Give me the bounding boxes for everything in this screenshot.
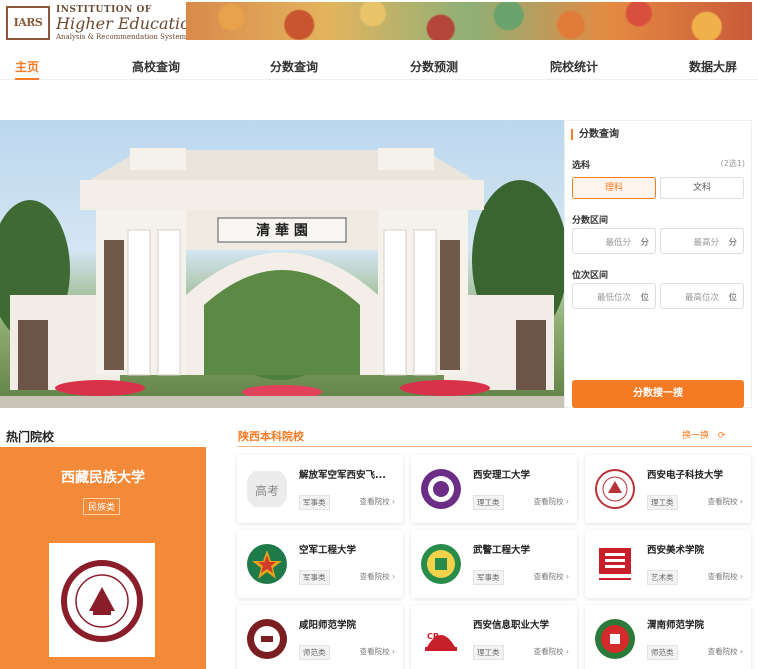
tsinghua-gate-illustration: 清 華 園 xyxy=(0,148,564,408)
score-range-label: 分数区间 xyxy=(572,216,609,226)
afeu-logo xyxy=(247,544,287,584)
min-score-placeholder: 最低分 xyxy=(605,238,631,248)
gate-plaque-text: 清 華 園 xyxy=(256,222,308,239)
nav-score-search[interactable]: 分数查询 xyxy=(270,58,318,75)
university-name: 西安信息职业大学 xyxy=(473,620,550,631)
xaut-logo xyxy=(421,469,461,509)
view-university-link[interactable]: 查看院校 › xyxy=(534,496,569,507)
main-nav: 主页 高校查询 分数查询 分数预测 院校统计 数据大屏 xyxy=(0,56,758,80)
view-university-link[interactable]: 查看院校 › xyxy=(360,571,395,582)
refresh-icon: ⟳ xyxy=(717,431,726,441)
view-university-link[interactable]: 查看院校 › xyxy=(534,571,569,582)
university-card[interactable]: 西安理工大学 理工类 查看院校 › xyxy=(411,455,577,523)
refresh-label: 换一换 xyxy=(682,431,710,441)
xafa-logo xyxy=(599,548,631,580)
university-type: 艺术类 xyxy=(647,570,678,585)
gaokao-icon: 高考 xyxy=(247,471,287,507)
university-type: 理工类 xyxy=(473,495,504,510)
university-name: 西安理工大学 xyxy=(473,470,531,481)
refresh-button[interactable]: 换一换 ⟳ xyxy=(682,428,725,441)
section-divider xyxy=(238,446,752,447)
subject-arts-button[interactable]: 文科 xyxy=(660,177,744,199)
nav-data-screen[interactable]: 数据大屏 xyxy=(689,58,737,75)
hot-university-name: 西藏民族大学 xyxy=(61,470,145,486)
university-card[interactable]: 高考 解放军空军西安飞... 军事类 查看院校 › xyxy=(237,455,403,523)
university-card[interactable]: 渭南师范学院 师范类 查看院校 › xyxy=(585,605,751,669)
max-score-placeholder: 最高分 xyxy=(693,238,719,248)
view-university-link[interactable]: 查看院校 › xyxy=(360,646,395,657)
max-rank-input[interactable]: 最高位次 位 xyxy=(660,283,744,309)
view-university-link[interactable]: 查看院校 › xyxy=(708,646,743,657)
hero-image: 清 華 園 xyxy=(0,120,564,408)
wj-logo xyxy=(421,544,461,584)
nav-score-prediction[interactable]: 分数预测 xyxy=(410,58,458,75)
header-banner-image xyxy=(186,2,752,40)
subject-label: 选科 xyxy=(572,161,591,171)
university-type: 理工类 xyxy=(647,495,678,510)
nav-university-search[interactable]: 高校查询 xyxy=(132,58,180,75)
site-logo[interactable]: IARS INSTITUTION OF Higher Education Ana… xyxy=(6,3,200,41)
university-name: 武警工程大学 xyxy=(473,545,531,556)
max-rank-placeholder: 最高位次 xyxy=(684,293,719,303)
view-university-link[interactable]: 查看院校 › xyxy=(708,571,743,582)
logo-line-3: Analysis & Recommendation System xyxy=(56,33,187,41)
svg-text:高考: 高考 xyxy=(255,483,279,498)
subject-hint: (2选1) xyxy=(720,159,745,168)
rank-range-label: 位次区间 xyxy=(572,271,609,281)
university-card[interactable]: 西安美术学院 艺术类 查看院校 › xyxy=(585,530,751,598)
view-university-link[interactable]: 查看院校 › xyxy=(534,646,569,657)
university-card[interactable]: 武警工程大学 军事类 查看院校 › xyxy=(411,530,577,598)
header: IARS INSTITUTION OF Higher Education Ana… xyxy=(0,0,758,44)
xidian-logo xyxy=(595,469,635,509)
view-university-link[interactable]: 查看院校 › xyxy=(708,496,743,507)
min-rank-input[interactable]: 最低位次 位 xyxy=(572,283,656,309)
wnsf-logo xyxy=(595,619,635,659)
university-card[interactable]: 咸阳师范学院 师范类 查看院校 › xyxy=(237,605,403,669)
university-type: 师范类 xyxy=(299,645,330,660)
score-unit: 分 xyxy=(728,238,737,248)
view-university-link[interactable]: 查看院校 › xyxy=(360,496,395,507)
min-rank-placeholder: 最低位次 xyxy=(596,293,631,303)
shaanxi-universities-title: 陕西本科院校 xyxy=(238,430,304,443)
rank-unit: 位 xyxy=(640,293,649,303)
nav-home[interactable]: 主页 xyxy=(15,58,40,80)
hot-universities-title: 热门院校 xyxy=(6,430,55,444)
panel-title: 分数查询 xyxy=(571,129,619,140)
university-type: 军事类 xyxy=(299,495,330,510)
university-name: 渭南师范学院 xyxy=(647,620,705,631)
university-name: 解放军空军西安飞... xyxy=(299,470,386,481)
min-score-input[interactable]: 最低分 分 xyxy=(572,228,656,254)
score-search-panel: 分数查询 选科 (2选1) 理科 文科 分数区间 最低分 分 最高分 分 位次区… xyxy=(564,120,752,408)
university-name: 空军工程大学 xyxy=(299,545,357,556)
score-unit: 分 xyxy=(640,238,649,248)
svg-text:CP: CP xyxy=(427,632,439,641)
hot-university-card[interactable]: 西藏民族大学 民族类 xyxy=(0,447,206,669)
xaii-logo: CP xyxy=(425,632,457,651)
hot-university-tag: 民族类 xyxy=(83,498,121,515)
university-name: 咸阳师范学院 xyxy=(299,620,357,631)
university-type: 军事类 xyxy=(473,570,504,585)
university-card[interactable]: CP 西安信息职业大学 理工类 查看院校 › xyxy=(411,605,577,669)
xysf-logo xyxy=(247,619,287,659)
university-type: 理工类 xyxy=(473,645,504,660)
university-card[interactable]: 空军工程大学 军事类 查看院校 › xyxy=(237,530,403,598)
university-name: 西安美术学院 xyxy=(647,545,705,556)
rank-unit: 位 xyxy=(728,293,737,303)
university-type: 师范类 xyxy=(647,645,678,660)
nav-university-stats[interactable]: 院校统计 xyxy=(550,58,598,75)
university-card[interactable]: 西安电子科技大学 理工类 查看院校 › xyxy=(585,455,751,523)
score-search-button[interactable]: 分数搜一搜 xyxy=(572,380,744,408)
hot-university-logo xyxy=(49,543,155,657)
max-score-input[interactable]: 最高分 分 xyxy=(660,228,744,254)
university-name: 西安电子科技大学 xyxy=(647,470,724,481)
xizang-minzu-seal-icon xyxy=(61,560,143,642)
logo-line-2: Higher Education xyxy=(56,14,201,33)
subject-science-button[interactable]: 理科 xyxy=(572,177,656,199)
university-type: 军事类 xyxy=(299,570,330,585)
logo-mark: IARS xyxy=(6,6,50,40)
